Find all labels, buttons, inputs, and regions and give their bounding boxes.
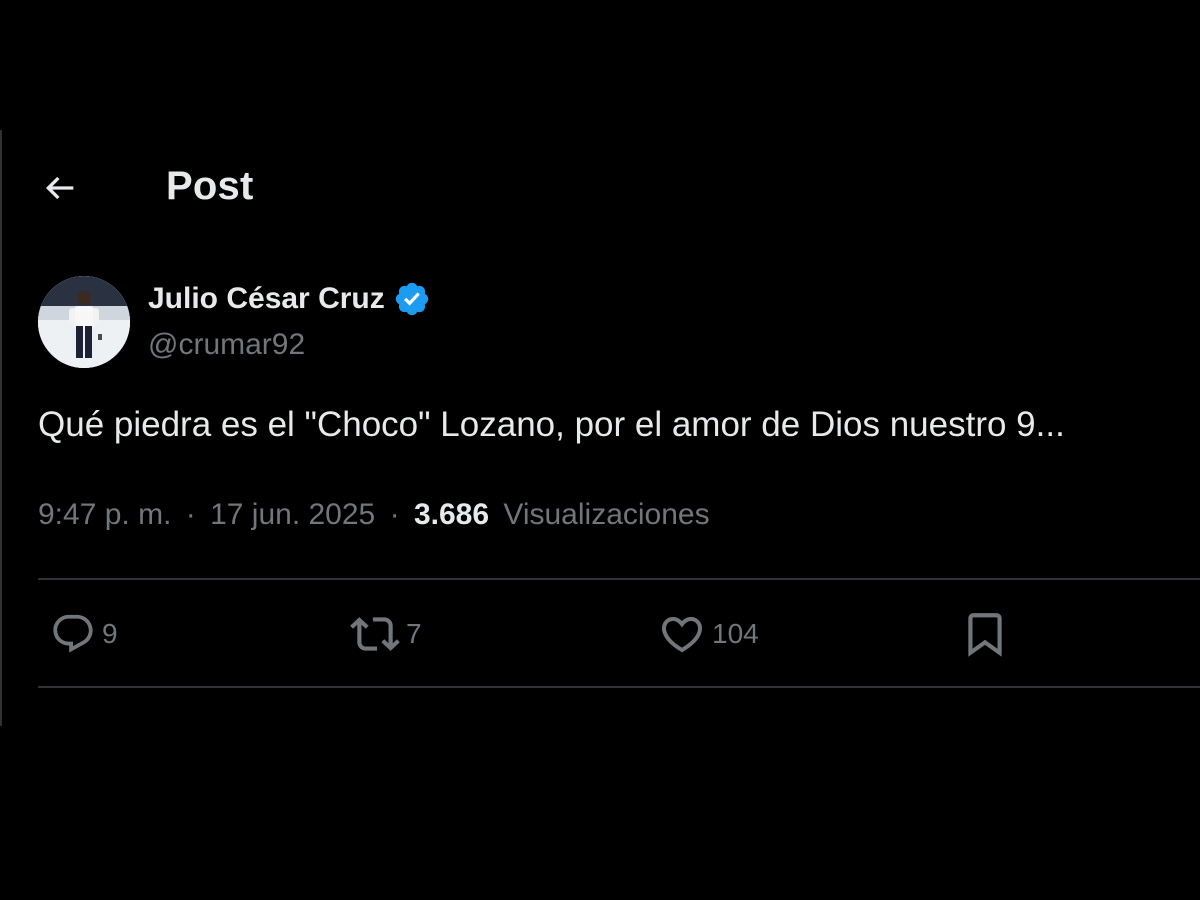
back-button[interactable] (38, 166, 82, 210)
author-name-text: Julio César Cruz (148, 282, 385, 315)
like-count: 104 (712, 618, 759, 649)
like-button[interactable]: 104 (658, 604, 759, 664)
post-text: Qué piedra es el "Choco" Lozano, por el … (38, 405, 1065, 444)
action-bar: 9 7 104 (38, 604, 1200, 664)
post-time[interactable]: 9:47 p. m. (38, 498, 171, 531)
back-arrow-icon (45, 176, 74, 200)
meta-separator: · (185, 498, 196, 531)
heart-icon (661, 617, 703, 653)
post-author: Julio César Cruz @crumar92 (38, 276, 738, 368)
repost-count: 7 (406, 618, 422, 649)
divider (38, 578, 1200, 580)
verified-badge-icon (395, 282, 428, 316)
reply-icon (53, 614, 93, 653)
meta-separator: · (389, 498, 400, 531)
views-count[interactable]: 3.686 (414, 498, 489, 531)
post-date[interactable]: 17 jun. 2025 (210, 498, 375, 531)
views-label[interactable]: Visualizaciones (503, 498, 709, 531)
bookmark-button[interactable] (960, 604, 1010, 664)
avatar-photo (38, 276, 130, 368)
column-border (0, 130, 2, 726)
reply-button[interactable]: 9 (50, 604, 118, 664)
post-page: Post Julio César Cruz @crumar92 Qué pied… (0, 0, 1200, 900)
repost-button[interactable]: 7 (350, 604, 422, 664)
repost-icon (350, 617, 400, 651)
author-name[interactable]: Julio César Cruz (148, 280, 431, 318)
bookmark-icon (968, 613, 1002, 657)
post-header: Post (0, 158, 1200, 218)
divider (38, 686, 1200, 688)
reply-count: 9 (102, 618, 118, 649)
author-handle[interactable]: @crumar92 (148, 328, 305, 362)
page-title: Post (166, 164, 254, 208)
post-meta: 9:47 p. m. · 17 jun. 2025 · 3.686 Visual… (38, 498, 710, 532)
avatar[interactable] (38, 276, 130, 368)
